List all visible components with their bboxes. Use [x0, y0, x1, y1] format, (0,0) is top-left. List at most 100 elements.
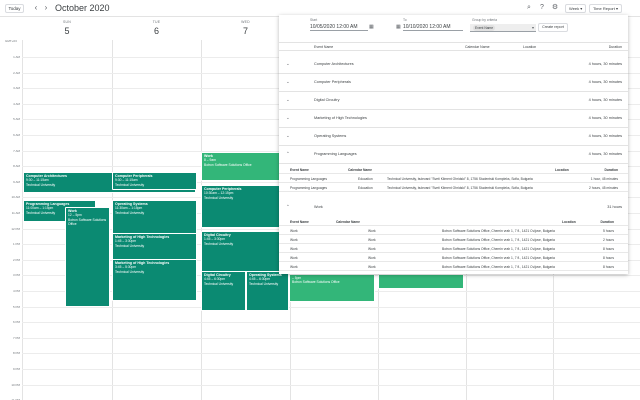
group-duration: 4 hours, 30 minutes	[588, 116, 622, 120]
day-header-wed[interactable]: WED 7	[201, 20, 290, 36]
calendar-event[interactable]: – 5pm Botron Software Solutions Office	[289, 274, 375, 302]
cell-duration: 8 hours	[603, 246, 614, 251]
sub-col-location: Location	[562, 219, 576, 224]
chevron-down-icon[interactable]: ⌄	[286, 97, 290, 103]
sub-col-duration: Duration	[600, 219, 614, 224]
chevron-up-icon[interactable]: ⌃	[286, 151, 290, 157]
chevron-down-icon[interactable]: ⌄	[286, 61, 290, 67]
calendar-event[interactable]: Computer Peripherals 10:30am – 12:15pm T…	[201, 185, 289, 228]
group-chip[interactable]: Event Name	[473, 25, 496, 31]
day-header-sun[interactable]: SUN 5	[22, 20, 112, 36]
start-date-input[interactable]: 10/05/2020 12:00 AM	[310, 24, 368, 31]
calendar-event[interactable]: Work 8 – 9am Botron Software Solutions O…	[201, 152, 289, 181]
report-group-row[interactable]: ⌃ Work 31 hours	[279, 199, 628, 217]
table-row[interactable]: Work Work Botron Software Solutions Offi…	[279, 235, 628, 244]
view-select-button[interactable]: Week ▾	[565, 4, 587, 13]
calendar-event[interactable]: Digital Circuitry 1:45 – 3:30pm Technica…	[201, 231, 289, 272]
hour-line	[22, 322, 640, 324]
report-group-row[interactable]: ⌄ Computer Peripherals 4 hours, 30 minut…	[279, 74, 628, 92]
event-location: Botron Software Solutions Office	[68, 217, 107, 226]
hour-label: 4 PM	[12, 289, 20, 293]
report-group-row[interactable]: ⌃ Programming Languages 4 hours, 30 minu…	[279, 146, 628, 164]
calendar-event[interactable]: Marketing of High Technologies 3:45 – 5:…	[112, 259, 197, 301]
col-calendar-name: Calendar Name	[465, 45, 490, 49]
event-location: Technical University	[115, 243, 145, 248]
cell-calendar: Education	[358, 176, 373, 181]
table-row[interactable]: Work Work Botron Software Solutions Offi…	[279, 262, 628, 271]
help-icon[interactable]: ?	[537, 3, 547, 13]
cell-calendar: Work	[368, 246, 376, 251]
cell-event: Work	[290, 255, 298, 260]
event-location: Technical University	[115, 210, 145, 215]
cell-event: Programming Languages	[290, 176, 328, 181]
report-group-row[interactable]: ⌄ Marketing of High Technologies 4 hours…	[279, 110, 628, 128]
col-location: Location	[523, 45, 537, 49]
event-location: Technical University	[204, 195, 234, 200]
chevron-down-icon[interactable]: ⌄	[286, 133, 290, 139]
end-date-input[interactable]: 10/10/2020 12:00 AM	[403, 24, 463, 31]
group-duration: 4 hours, 30 minutes	[588, 134, 622, 138]
cell-location: Botron Software Solutions Office, Chemin…	[442, 246, 555, 251]
report-group-row[interactable]: ⌄ Digital Circuitry 4 hours, 30 minutes	[279, 92, 628, 110]
cell-duration: 8 hours	[603, 264, 614, 269]
create-report-button[interactable]: Create report	[538, 23, 568, 32]
cell-location: Botron Software Solutions Office, Chemin…	[442, 228, 555, 233]
group-duration: 4 hours, 30 minutes	[588, 80, 622, 84]
hour-line	[22, 306, 640, 308]
day-number: 7	[242, 26, 248, 36]
calendar-event[interactable]: Work 12 – 5pm Botron Software Solutions …	[65, 207, 110, 307]
table-row[interactable]: Programming Languages Education Technica…	[279, 183, 628, 192]
time-report-button[interactable]: Time Report ▾	[589, 4, 622, 13]
event-location: Technical University	[204, 241, 234, 246]
group-duration: 31 hours	[607, 205, 622, 209]
previous-week-icon[interactable]: ‹	[31, 3, 41, 13]
calendar-event[interactable]: Digital Circuitry 4:45 – 6:30pm Technica…	[201, 271, 246, 311]
table-row[interactable]: Work Work Botron Software Solutions Offi…	[279, 253, 628, 262]
sub-col-duration: Duration	[604, 167, 618, 172]
hour-label: 7 PM	[12, 335, 20, 340]
cell-location: Botron Software Solutions Office, Chemin…	[442, 255, 555, 260]
calendar-icon[interactable]: ▦	[396, 24, 401, 30]
hour-label: 1 PM	[12, 242, 20, 247]
report-group-row[interactable]: ⌄ Operating Systems 4 hours, 30 minutes	[279, 128, 628, 146]
calendar-event[interactable]	[378, 274, 464, 289]
today-button[interactable]: Today	[5, 4, 24, 13]
cell-duration: 2 hours, 45 minutes	[589, 185, 618, 190]
day-number: 6	[153, 26, 159, 36]
group-name: Operating Systems	[314, 134, 347, 138]
chevron-up-icon[interactable]: ⌃	[286, 204, 290, 210]
table-row[interactable]: Work Work Botron Software Solutions Offi…	[279, 244, 628, 253]
day-header-tue[interactable]: TUE 6	[112, 20, 201, 36]
table-row[interactable]: Programming Languages Education Technica…	[279, 174, 628, 183]
cell-event: Programming Languages	[290, 185, 328, 190]
end-label: To	[403, 18, 407, 22]
calendar-event[interactable]: Computer Peripherals 9:30 – 11:15am Tech…	[112, 172, 197, 190]
hour-label: 1 AM	[13, 55, 20, 59]
report-group-row[interactable]: ⌄ Computer Architectures 4 hours, 30 min…	[279, 56, 628, 74]
cell-duration: 1 hour, 45 minutes	[590, 176, 618, 181]
table-row[interactable]: Work Work Botron Software Solutions Offi…	[279, 226, 628, 235]
cell-duration: 5 hours	[603, 228, 614, 233]
hour-label: 11 AM	[11, 211, 20, 215]
hour-label: 5 AM	[13, 117, 20, 122]
cell-duration: 8 hours	[603, 255, 614, 260]
calendar-event[interactable]: Operating Systems 4:45 – 6:30pm Technica…	[246, 271, 289, 311]
chevron-down-icon[interactable]: ⌄	[286, 115, 290, 121]
group-name: Marketing of High Technologies	[314, 116, 367, 120]
start-label: Start	[310, 18, 318, 22]
next-week-icon[interactable]: ›	[41, 3, 51, 13]
day-name: WED	[241, 20, 250, 24]
group-name: Programming Languages	[314, 152, 357, 156]
hour-line	[22, 369, 640, 370]
hour-label: 6 PM	[12, 320, 20, 325]
hour-line	[22, 353, 640, 355]
hour-label: 9 PM	[12, 367, 20, 371]
calendar-icon[interactable]: ▦	[369, 24, 374, 30]
group-duration: 4 hours, 30 minutes	[588, 152, 622, 156]
sub-col-calendar: Calendar Name	[336, 219, 361, 224]
chevron-down-icon[interactable]: ⌄	[286, 79, 290, 85]
cell-event: Work	[290, 228, 298, 233]
group-by-select[interactable]: Event Name ▾	[470, 24, 536, 32]
settings-icon[interactable]: ⚙	[550, 3, 560, 13]
search-icon[interactable]: ⌕	[524, 3, 534, 13]
